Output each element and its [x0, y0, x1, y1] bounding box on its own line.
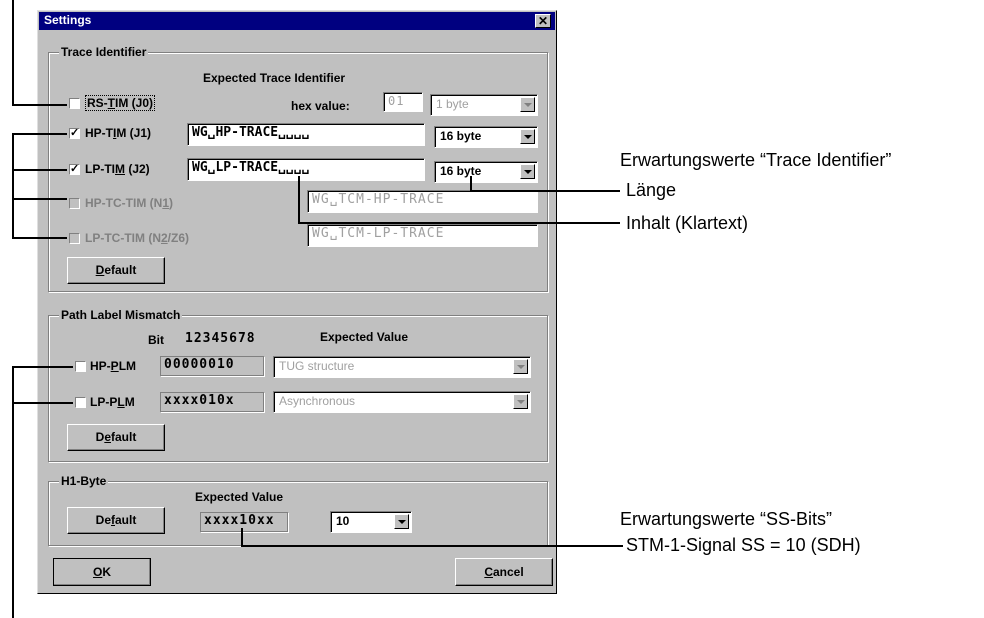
- lp-plm-select: Asynchronous: [273, 391, 531, 413]
- dialog-title: Settings: [44, 13, 92, 27]
- plm-default-button[interactable]: Default: [67, 424, 165, 451]
- chevron-down-icon[interactable]: [520, 129, 535, 144]
- lp-plm-value: Asynchronous: [279, 394, 356, 408]
- hp-tc-trace-field: WG␣TCM-HP-TRACE: [307, 190, 538, 213]
- close-icon: ✕: [537, 14, 549, 28]
- hp-plm-label[interactable]: HP-PLM: [90, 359, 136, 373]
- leader-line: [12, 237, 67, 239]
- rs-length-select: 1 byte: [430, 94, 538, 116]
- chevron-down-icon: [513, 359, 528, 374]
- leader-line: [241, 545, 623, 547]
- bit-label: Bit: [148, 333, 164, 347]
- chevron-down-icon[interactable]: [394, 514, 409, 529]
- h1-byte-legend: H1-Byte: [59, 474, 109, 488]
- leader-line: [12, 104, 67, 106]
- lp-trace-input[interactable]: WG␣LP-TRACE␣␣␣␣: [187, 158, 425, 181]
- h1-value-select[interactable]: 10: [330, 511, 412, 533]
- leader-line: [12, 366, 73, 368]
- leader-line: [298, 222, 620, 224]
- annotation-ss-detail: STM-1-Signal SS = 10 (SDH): [626, 535, 861, 555]
- chevron-down-icon: [513, 394, 528, 409]
- chevron-down-icon[interactable]: [520, 164, 535, 179]
- leader-line: [12, 198, 67, 200]
- leader-line: [470, 190, 620, 192]
- hex-value-label: hex value:: [291, 99, 350, 113]
- bracket-line: [12, 0, 14, 105]
- leader-line: [241, 528, 243, 546]
- lp-tc-tim-checkbox: [69, 233, 80, 244]
- rs-tim-checkbox[interactable]: [69, 98, 80, 109]
- leader-line: [12, 169, 67, 171]
- expected-trace-header: Expected Trace Identifier: [203, 71, 346, 85]
- hex-value-field: 01: [383, 92, 423, 112]
- bit-numbers: 12345678: [185, 331, 256, 346]
- ok-button[interactable]: OK: [53, 558, 151, 586]
- lp-plm-bits: xxxx010x: [160, 392, 264, 412]
- h1-default-button[interactable]: Default: [67, 507, 165, 534]
- hp-tc-tim-checkbox: [69, 198, 80, 209]
- lp-plm-checkbox[interactable]: [75, 397, 86, 408]
- title-bar: [39, 12, 555, 30]
- chevron-down-icon: [520, 97, 535, 112]
- hp-tim-checkbox[interactable]: ✓: [69, 128, 80, 139]
- rs-length-value: 1 byte: [436, 97, 469, 111]
- rs-tim-label[interactable]: RS-TIM (J0): [85, 95, 156, 111]
- leader-line: [12, 402, 73, 404]
- hp-length-select[interactable]: 16 byte: [434, 126, 538, 148]
- annotation-trace-title: Erwartungswerte “Trace Identifier”: [620, 150, 892, 170]
- lp-length-value: 16 byte: [440, 164, 482, 178]
- hp-tim-label[interactable]: HP-TIM (J1): [85, 126, 151, 140]
- hp-trace-input[interactable]: WG␣HP-TRACE␣␣␣␣: [187, 123, 425, 146]
- annotation-content: Inhalt (Klartext): [626, 213, 749, 233]
- h1-bits: xxxx10xx: [200, 512, 288, 532]
- trace-identifier-legend: Trace Identifier: [59, 45, 149, 59]
- hp-plm-select: TUG structure: [273, 356, 531, 378]
- hp-tc-tim-label: HP-TC-TIM (N1): [85, 196, 174, 210]
- lp-tim-label[interactable]: LP-TIM (J2): [85, 162, 150, 176]
- hp-plm-value: TUG structure: [279, 359, 355, 373]
- bracket-line: [12, 169, 14, 239]
- leader-line: [12, 133, 67, 135]
- close-button[interactable]: ✕: [535, 14, 551, 28]
- leader-line: [298, 176, 300, 224]
- lp-tc-trace-field: WG␣TCM-LP-TRACE: [307, 224, 538, 247]
- lp-plm-label[interactable]: LP-PLM: [90, 395, 135, 409]
- hp-plm-checkbox[interactable]: [75, 361, 86, 372]
- lp-length-select[interactable]: 16 byte: [434, 161, 538, 183]
- lp-tc-tim-label: LP-TC-TIM (N2/Z6): [85, 231, 190, 245]
- annotation-ss-title: Erwartungswerte “SS-Bits”: [620, 509, 833, 529]
- h1-value: 10: [336, 514, 350, 528]
- annotation-length: Länge: [626, 180, 677, 200]
- cancel-button[interactable]: Cancel: [455, 558, 553, 586]
- trace-default-button[interactable]: Default: [67, 257, 165, 284]
- lp-tim-checkbox[interactable]: ✓: [69, 164, 80, 175]
- plm-legend: Path Label Mismatch: [59, 308, 183, 322]
- hp-plm-bits: 00000010: [160, 356, 264, 376]
- h1-expected-header: Expected Value: [195, 490, 284, 504]
- plm-expected-header: Expected Value: [320, 330, 409, 344]
- hp-length-value: 16 byte: [440, 129, 482, 143]
